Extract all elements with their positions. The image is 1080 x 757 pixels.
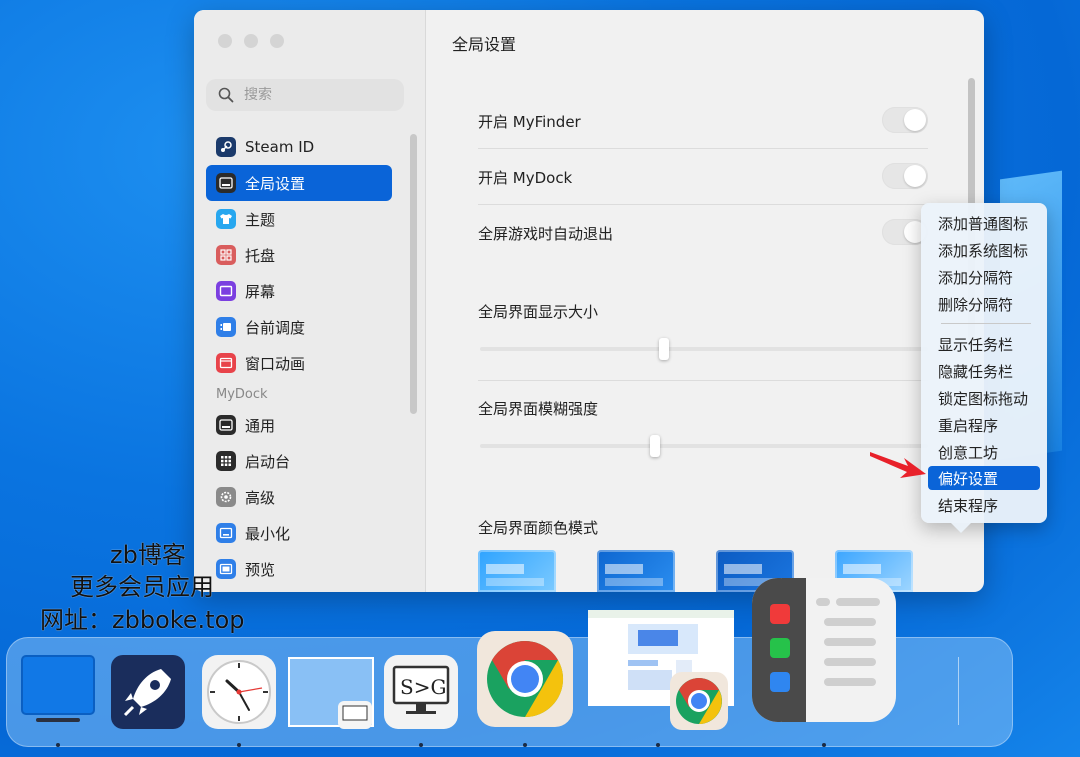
s-g-icon[interactable]: S>G bbox=[384, 655, 458, 729]
running-indicator bbox=[656, 743, 660, 747]
sidebar-item-label: 启动台 bbox=[245, 452, 291, 471]
sidebar-item-preview[interactable]: 预览 bbox=[206, 551, 392, 587]
divider bbox=[478, 148, 928, 149]
sidebar-item-label: Steam ID bbox=[245, 138, 315, 156]
stage-icon bbox=[216, 317, 236, 337]
menu-item-delete-separator[interactable]: 删除分隔符 bbox=[928, 292, 1040, 316]
slider-blur-thumb[interactable] bbox=[650, 435, 661, 457]
chrome-icon[interactable] bbox=[477, 631, 573, 727]
preview-icon bbox=[216, 559, 236, 579]
sidebar-item-steam-id[interactable]: Steam ID bbox=[206, 129, 392, 165]
dock-icon bbox=[216, 415, 236, 435]
running-indicator bbox=[237, 743, 241, 747]
search-input[interactable] bbox=[242, 86, 386, 104]
menu-item-hide-taskbar[interactable]: 隐藏任务栏 bbox=[928, 359, 1040, 383]
color-mode-option[interactable] bbox=[597, 550, 675, 592]
menu-separator bbox=[941, 323, 1031, 324]
page-title: 全局设置 bbox=[452, 35, 517, 54]
zoom-button[interactable] bbox=[270, 34, 284, 48]
sidebar-item-label: 窗口动画 bbox=[245, 354, 306, 373]
running-indicator bbox=[56, 743, 60, 747]
toggle-myfinder-label: 开启 MyFinder bbox=[478, 113, 581, 131]
toggle-fullscreen-game-label: 全屏游戏时自动退出 bbox=[478, 225, 614, 243]
sidebar-scrollbar[interactable] bbox=[410, 134, 417, 414]
sidebar-item-window-animation[interactable]: 窗口动画 bbox=[206, 345, 392, 381]
notes-icon[interactable] bbox=[752, 578, 896, 722]
divider bbox=[478, 204, 928, 205]
s-g-label: S>G bbox=[400, 675, 447, 699]
steam-icon bbox=[216, 137, 236, 157]
sidebar: Steam ID 全局设置 主题 托盘 bbox=[194, 10, 426, 592]
search-box[interactable] bbox=[206, 79, 404, 111]
settings-window: Steam ID 全局设置 主题 托盘 bbox=[194, 10, 984, 592]
search-icon bbox=[218, 87, 234, 103]
sidebar-item-minimize[interactable]: 最小化 bbox=[206, 515, 392, 551]
toggle-mydock[interactable] bbox=[882, 163, 928, 189]
sidebar-item-label: 高级 bbox=[245, 488, 276, 507]
sidebar-item-label: 预览 bbox=[245, 560, 276, 579]
rocket-icon[interactable] bbox=[111, 655, 185, 729]
menu-item-quit[interactable]: 结束程序 bbox=[928, 493, 1040, 517]
sidebar-item-global-settings[interactable]: 全局设置 bbox=[206, 165, 392, 201]
sidebar-group-mydock: MyDock bbox=[216, 386, 268, 402]
sidebar-item-theme[interactable]: 主题 bbox=[206, 201, 392, 237]
window-preview-icon[interactable] bbox=[288, 657, 374, 731]
color-mode-option[interactable] bbox=[478, 550, 556, 592]
menu-item-add-system-icon[interactable]: 添加系统图标 bbox=[928, 238, 1040, 262]
sidebar-item-label: 台前调度 bbox=[245, 318, 306, 337]
menu-item-workshop[interactable]: 创意工坊 bbox=[928, 440, 1040, 464]
menu-item-preferences[interactable]: 偏好设置 bbox=[928, 466, 1040, 490]
sidebar-item-screen[interactable]: 屏幕 bbox=[206, 273, 392, 309]
running-indicator bbox=[523, 743, 527, 747]
sidebar-item-general[interactable]: 通用 bbox=[206, 407, 392, 443]
running-indicator bbox=[419, 743, 423, 747]
red-arrow-icon bbox=[870, 452, 926, 478]
slider-size-label: 全局界面显示大小 bbox=[478, 303, 599, 321]
sidebar-item-tray[interactable]: 托盘 bbox=[206, 237, 392, 273]
sidebar-item-label: 通用 bbox=[245, 416, 276, 435]
gear-icon bbox=[216, 487, 236, 507]
menu-item-add-separator[interactable]: 添加分隔符 bbox=[928, 265, 1040, 289]
slider-size[interactable] bbox=[480, 338, 928, 360]
screen-icon bbox=[216, 281, 236, 301]
sidebar-item-label: 全局设置 bbox=[245, 174, 306, 193]
window-icon bbox=[216, 353, 236, 373]
sidebar-item-label: 主题 bbox=[245, 210, 276, 229]
finder-icon[interactable] bbox=[20, 654, 98, 726]
toggle-myfinder[interactable] bbox=[882, 107, 928, 133]
grid-icon bbox=[216, 451, 236, 471]
dock-separator bbox=[958, 657, 959, 725]
dock-icon bbox=[216, 173, 236, 193]
sidebar-item-label: 屏幕 bbox=[245, 282, 276, 301]
watermark-line-1: zb博客 bbox=[110, 541, 186, 569]
watermark-line-2: 更多会员应用 bbox=[70, 573, 214, 601]
menu-item-lock-icon-drag[interactable]: 锁定图标拖动 bbox=[928, 386, 1040, 410]
sidebar-item-label: 托盘 bbox=[245, 246, 276, 265]
slider-blur-label: 全局界面模糊强度 bbox=[478, 400, 599, 418]
divider bbox=[478, 380, 928, 381]
menu-item-add-normal-icon[interactable]: 添加普通图标 bbox=[928, 211, 1040, 235]
slider-size-thumb[interactable] bbox=[659, 338, 670, 360]
slider-blur[interactable] bbox=[480, 435, 928, 457]
color-mode-label: 全局界面颜色模式 bbox=[478, 519, 599, 537]
minimize-button[interactable] bbox=[244, 34, 258, 48]
sidebar-item-launchpad[interactable]: 启动台 bbox=[206, 443, 392, 479]
close-button[interactable] bbox=[218, 34, 232, 48]
context-menu: 添加普通图标 添加系统图标 添加分隔符 删除分隔符 显示任务栏 隐藏任务栏 锁定… bbox=[921, 203, 1047, 533]
grid-icon bbox=[216, 245, 236, 265]
sidebar-item-advanced[interactable]: 高级 bbox=[206, 479, 392, 515]
sidebar-item-stage-manager[interactable]: 台前调度 bbox=[206, 309, 392, 345]
sidebar-list: Steam ID 全局设置 主题 托盘 屏幕 台前调度 窗口动画 MyDock … bbox=[206, 129, 392, 587]
running-indicator bbox=[822, 743, 826, 747]
menu-item-show-taskbar[interactable]: 显示任务栏 bbox=[928, 332, 1040, 356]
toggle-mydock-label: 开启 MyDock bbox=[478, 169, 573, 187]
sidebar-item-label: 最小化 bbox=[245, 524, 291, 543]
window-controls bbox=[218, 34, 284, 48]
minimize-icon bbox=[216, 523, 236, 543]
browser-preview-icon[interactable] bbox=[588, 610, 734, 730]
shirt-icon bbox=[216, 209, 236, 229]
menu-item-restart[interactable]: 重启程序 bbox=[928, 413, 1040, 437]
clock-icon[interactable] bbox=[202, 655, 276, 729]
watermark-line-3: 网址：zbboke.top bbox=[40, 606, 245, 634]
